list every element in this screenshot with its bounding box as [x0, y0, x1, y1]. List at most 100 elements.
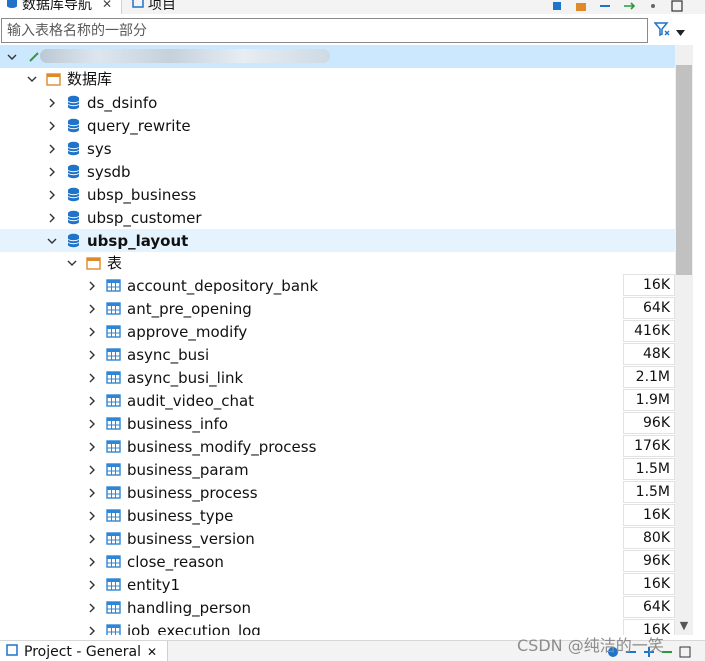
database-icon: [66, 118, 81, 133]
table-name: audit_video_chat: [127, 391, 255, 410]
table-name: entity1: [127, 575, 181, 594]
chevron-right-icon[interactable]: [46, 166, 58, 178]
table-size: 2.1M: [623, 366, 675, 388]
chevron-right-icon[interactable]: [86, 533, 98, 545]
chevron-right-icon[interactable]: [86, 395, 98, 407]
tree-row-database[interactable]: ubsp_business: [0, 183, 675, 206]
vertical-scrollbar[interactable]: ▼: [675, 45, 693, 635]
table-size: 1.5M: [623, 481, 675, 503]
tree-row-table[interactable]: entity1 16K: [0, 573, 675, 596]
tree-row-table[interactable]: approve_modify 416K: [0, 320, 675, 343]
database-name: ubsp_business: [87, 185, 197, 204]
tree-row-table[interactable]: business_info 96K: [0, 412, 675, 435]
table-name: business_process: [127, 483, 258, 502]
link-editor-icon[interactable]: [623, 0, 636, 10]
tree-row-database[interactable]: query_rewrite: [0, 114, 675, 137]
maximize-icon[interactable]: [679, 644, 691, 658]
view-menu-icon[interactable]: [647, 0, 659, 10]
tree-row-table[interactable]: business_version 80K: [0, 527, 675, 550]
chevron-right-icon[interactable]: [86, 303, 98, 315]
table-icon: [106, 393, 121, 408]
tree-row-table[interactable]: account_depository_bank 16K: [0, 274, 675, 297]
tree-row-tables-folder[interactable]: 表: [0, 251, 675, 274]
chevron-right-icon[interactable]: [86, 280, 98, 292]
chevron-right-icon[interactable]: [86, 556, 98, 568]
tree-row-database[interactable]: sys: [0, 137, 675, 160]
chevron-right-icon[interactable]: [86, 602, 98, 614]
chevron-right-icon[interactable]: [46, 143, 58, 155]
table-icon: [106, 324, 121, 339]
table-name: business_type: [127, 506, 234, 525]
new-folder-icon[interactable]: [575, 0, 587, 11]
table-icon: [106, 439, 121, 454]
chevron-right-icon[interactable]: [46, 212, 58, 224]
new-connection-icon[interactable]: [551, 0, 563, 10]
tab-database-navigator[interactable]: 数据库导航 ✕: [0, 0, 122, 14]
tab-project-general[interactable]: Project - General ✕: [0, 641, 168, 661]
scrollbar-thumb[interactable]: [676, 65, 692, 275]
table-name: business_param: [127, 460, 249, 479]
tree-row-table[interactable]: close_reason 96K: [0, 550, 675, 573]
tree-row-database[interactable]: ubsp_layout: [0, 229, 675, 252]
tab-label: Project - General: [24, 643, 142, 660]
tree-row-connection[interactable]: [0, 45, 675, 68]
chevron-down-icon[interactable]: [6, 51, 18, 63]
chevron-down-icon[interactable]: [26, 73, 38, 85]
chevron-right-icon[interactable]: [46, 97, 58, 109]
tree-row-table[interactable]: business_modify_process 176K: [0, 435, 675, 458]
table-size: 48K: [623, 343, 675, 365]
table-size: 16K: [623, 573, 675, 595]
tree-row-table[interactable]: ant_pre_opening 64K: [0, 297, 675, 320]
tree-row-table[interactable]: async_busi_link 2.1M: [0, 366, 675, 389]
chevron-down-icon[interactable]: [66, 257, 78, 269]
chevron-right-icon[interactable]: [86, 487, 98, 499]
maximize-icon[interactable]: [671, 0, 683, 12]
collapse-all-icon[interactable]: [599, 0, 611, 10]
table-icon: [106, 623, 121, 635]
chevron-right-icon[interactable]: [86, 510, 98, 522]
chevron-right-icon[interactable]: [86, 372, 98, 384]
database-name: ubsp_layout: [87, 231, 189, 250]
table-name: close_reason: [127, 552, 224, 571]
close-icon[interactable]: ✕: [102, 0, 112, 11]
filter-button[interactable]: [653, 21, 694, 41]
close-icon[interactable]: ✕: [147, 645, 157, 659]
database-name: ubsp_customer: [87, 208, 202, 227]
chevron-right-icon[interactable]: [86, 418, 98, 430]
tree-row-table[interactable]: async_busi 48K: [0, 343, 675, 366]
tree-row-database[interactable]: sysdb: [0, 160, 675, 183]
chevron-down-icon[interactable]: [46, 235, 58, 247]
tree-row-table[interactable]: business_type 16K: [0, 504, 675, 527]
tree-row-databases-folder[interactable]: 数据库: [0, 67, 675, 90]
tree-row-table[interactable]: business_process 1.5M: [0, 481, 675, 504]
table-icon: [106, 554, 121, 569]
chevron-right-icon[interactable]: [86, 349, 98, 361]
folder-icon: [46, 71, 61, 86]
table-name-filter-input[interactable]: [1, 18, 648, 43]
scroll-down-icon[interactable]: ▼: [675, 617, 693, 635]
database-name: query_rewrite: [87, 116, 191, 135]
chevron-right-icon[interactable]: [46, 120, 58, 132]
tree-row-table[interactable]: handling_person 64K: [0, 596, 675, 619]
tree-row-database[interactable]: ubsp_customer: [0, 206, 675, 229]
database-icon: [66, 187, 81, 202]
database-icon: [6, 0, 18, 12]
chevron-right-icon[interactable]: [86, 579, 98, 591]
view-toolbar: [551, 0, 705, 14]
tree-row-table[interactable]: business_param 1.5M: [0, 458, 675, 481]
redacted-connection-name: [40, 49, 330, 63]
tree-row-table[interactable]: audit_video_chat 1.9M: [0, 389, 675, 412]
table-size: 1.5M: [623, 458, 675, 480]
filter-bar: [0, 17, 705, 45]
tab-projects[interactable]: 项目: [128, 0, 176, 14]
table-size: 416K: [623, 320, 675, 342]
chevron-right-icon[interactable]: [86, 326, 98, 338]
chevron-right-icon[interactable]: [86, 441, 98, 453]
tree-row-database[interactable]: ds_dsinfo: [0, 91, 675, 114]
table-icon: [106, 485, 121, 500]
chevron-right-icon[interactable]: [86, 464, 98, 476]
chevron-right-icon[interactable]: [46, 189, 58, 201]
table-name: business_modify_process: [127, 437, 317, 456]
chevron-right-icon[interactable]: [86, 625, 98, 636]
connection-icon: [26, 49, 41, 64]
